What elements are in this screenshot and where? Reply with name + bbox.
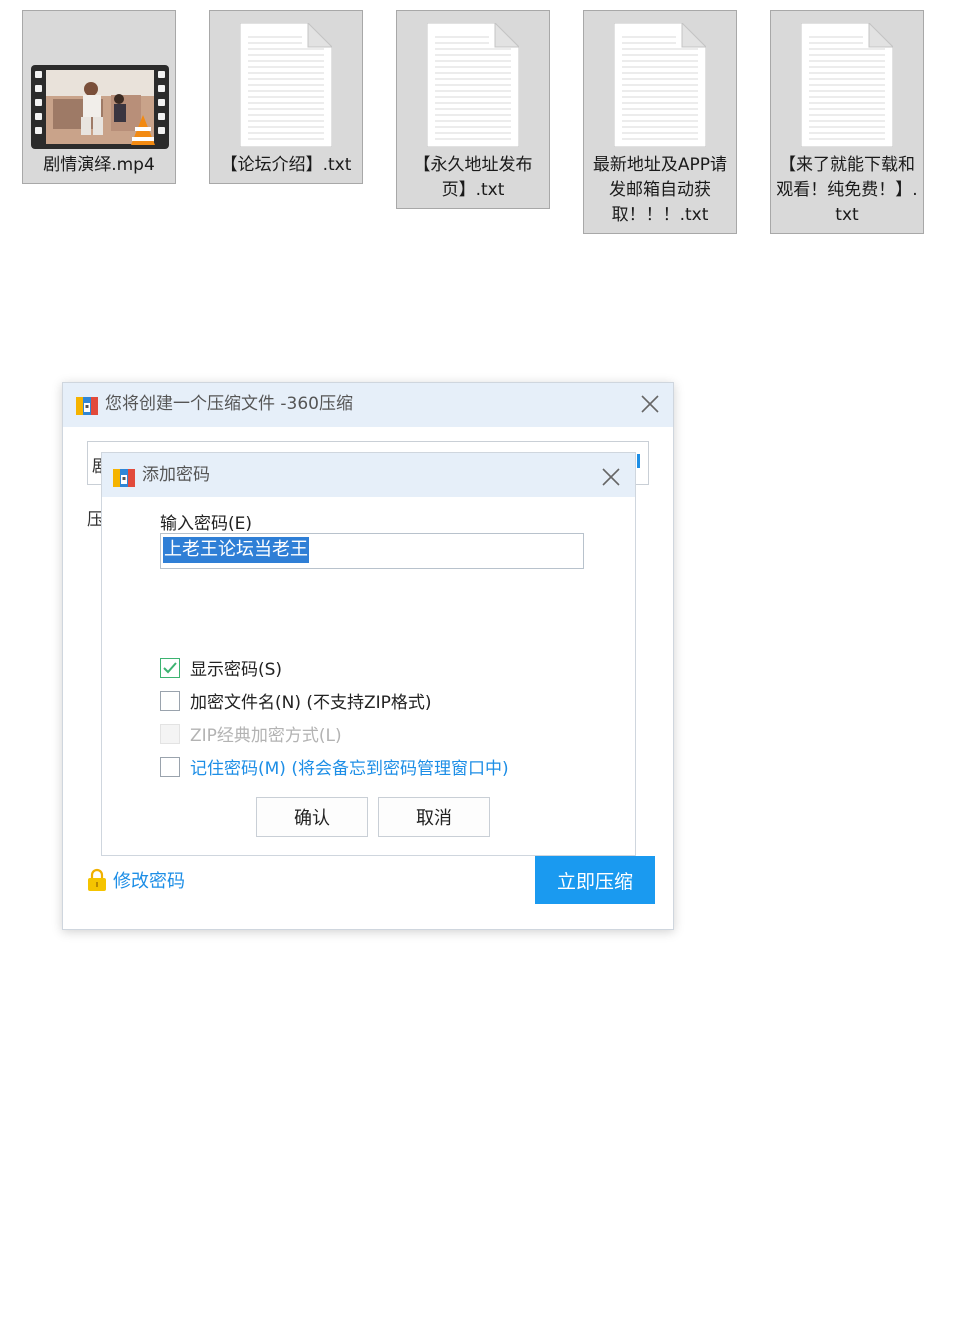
zip-classic-encryption-option: ZIP经典加密方式(L) [160, 721, 342, 746]
archive-app-icon [113, 469, 135, 487]
file-name: 剧情演绎.mp4 [43, 155, 155, 175]
file-name: 【来了就能下载和观看！纯免费！】.txt [776, 155, 918, 225]
dialog-titlebar[interactable]: 添加密码 [102, 453, 635, 497]
cancel-button[interactable]: 取消 [378, 797, 490, 837]
zip-classic-encryption-label: ZIP经典加密方式(L) [190, 726, 342, 746]
text-file-icon [614, 23, 706, 147]
file-name: 【永久地址发布页】.txt [413, 155, 533, 200]
show-password-option[interactable]: 显示密码(S) [160, 655, 282, 680]
video-file-icon [31, 65, 169, 149]
zip-classic-encryption-checkbox [160, 723, 180, 744]
add-password-dialog: 添加密码 输入密码(E) 上老王论坛当老王 显示密码(S) 加密文件名(N) (… [101, 452, 636, 856]
file-name: 【论坛介绍】.txt [220, 155, 352, 175]
file-thumbnail [584, 11, 736, 149]
dialog-titlebar[interactable]: 您将创建一个压缩文件 -360压缩 [63, 383, 673, 427]
file-thumbnail [23, 11, 175, 149]
screenshot-page: 剧情演绎.mp4 【论坛介绍】.txt 【永久地址发布页】.txt 最新地址及A… [0, 0, 960, 1323]
file-thumbnail [397, 11, 549, 149]
password-input[interactable]: 上老王论坛当老王 [160, 533, 584, 569]
text-file-icon [240, 23, 332, 147]
dialog-title: 您将创建一个压缩文件 -360压缩 [105, 394, 353, 414]
compress-now-button[interactable]: 立即压缩 [535, 856, 655, 904]
file-tile-text[interactable]: 【永久地址发布页】.txt [396, 10, 550, 209]
file-tile-text[interactable]: 最新地址及APP请发邮箱自动获取！！！.txt [583, 10, 737, 234]
encrypt-filenames-checkbox[interactable] [160, 690, 180, 711]
password-input-label: 输入密码(E) [160, 514, 253, 534]
text-file-icon [801, 23, 893, 147]
encrypt-filenames-option[interactable]: 加密文件名(N) (不支持ZIP格式) [160, 688, 432, 713]
file-tile-text[interactable]: 【来了就能下载和观看！纯免费！】.txt [770, 10, 924, 234]
encrypt-filenames-label: 加密文件名(N) (不支持ZIP格式) [190, 693, 432, 713]
checkmark-icon [163, 661, 177, 673]
show-password-label: 显示密码(S) [190, 660, 283, 680]
browse-indicator [637, 454, 640, 468]
lock-icon [88, 868, 106, 891]
archive-app-icon [76, 397, 98, 415]
dialog-title: 添加密码 [142, 465, 210, 485]
text-file-icon [427, 23, 519, 147]
file-tile-video[interactable]: 剧情演绎.mp4 [22, 10, 176, 184]
password-value-selected: 上老王论坛当老王 [163, 537, 309, 563]
file-thumbnail [771, 11, 923, 149]
file-tile-text[interactable]: 【论坛介绍】.txt [209, 10, 363, 184]
close-icon[interactable] [600, 466, 622, 488]
close-icon[interactable] [639, 393, 661, 415]
show-password-checkbox[interactable] [160, 657, 180, 678]
change-password-link[interactable]: 修改密码 [87, 867, 185, 893]
remember-password-label[interactable]: 记住密码(M) (将会备忘到密码管理窗口中) [190, 754, 509, 779]
remember-password-option[interactable]: 记住密码(M) (将会备忘到密码管理窗口中) [160, 754, 509, 779]
confirm-button[interactable]: 确认 [256, 797, 368, 837]
file-name: 最新地址及APP请发邮箱自动获取！！！.txt [592, 155, 728, 225]
remember-password-checkbox[interactable] [160, 756, 180, 777]
file-thumbnail [210, 11, 362, 149]
change-password-label: 修改密码 [113, 871, 185, 892]
